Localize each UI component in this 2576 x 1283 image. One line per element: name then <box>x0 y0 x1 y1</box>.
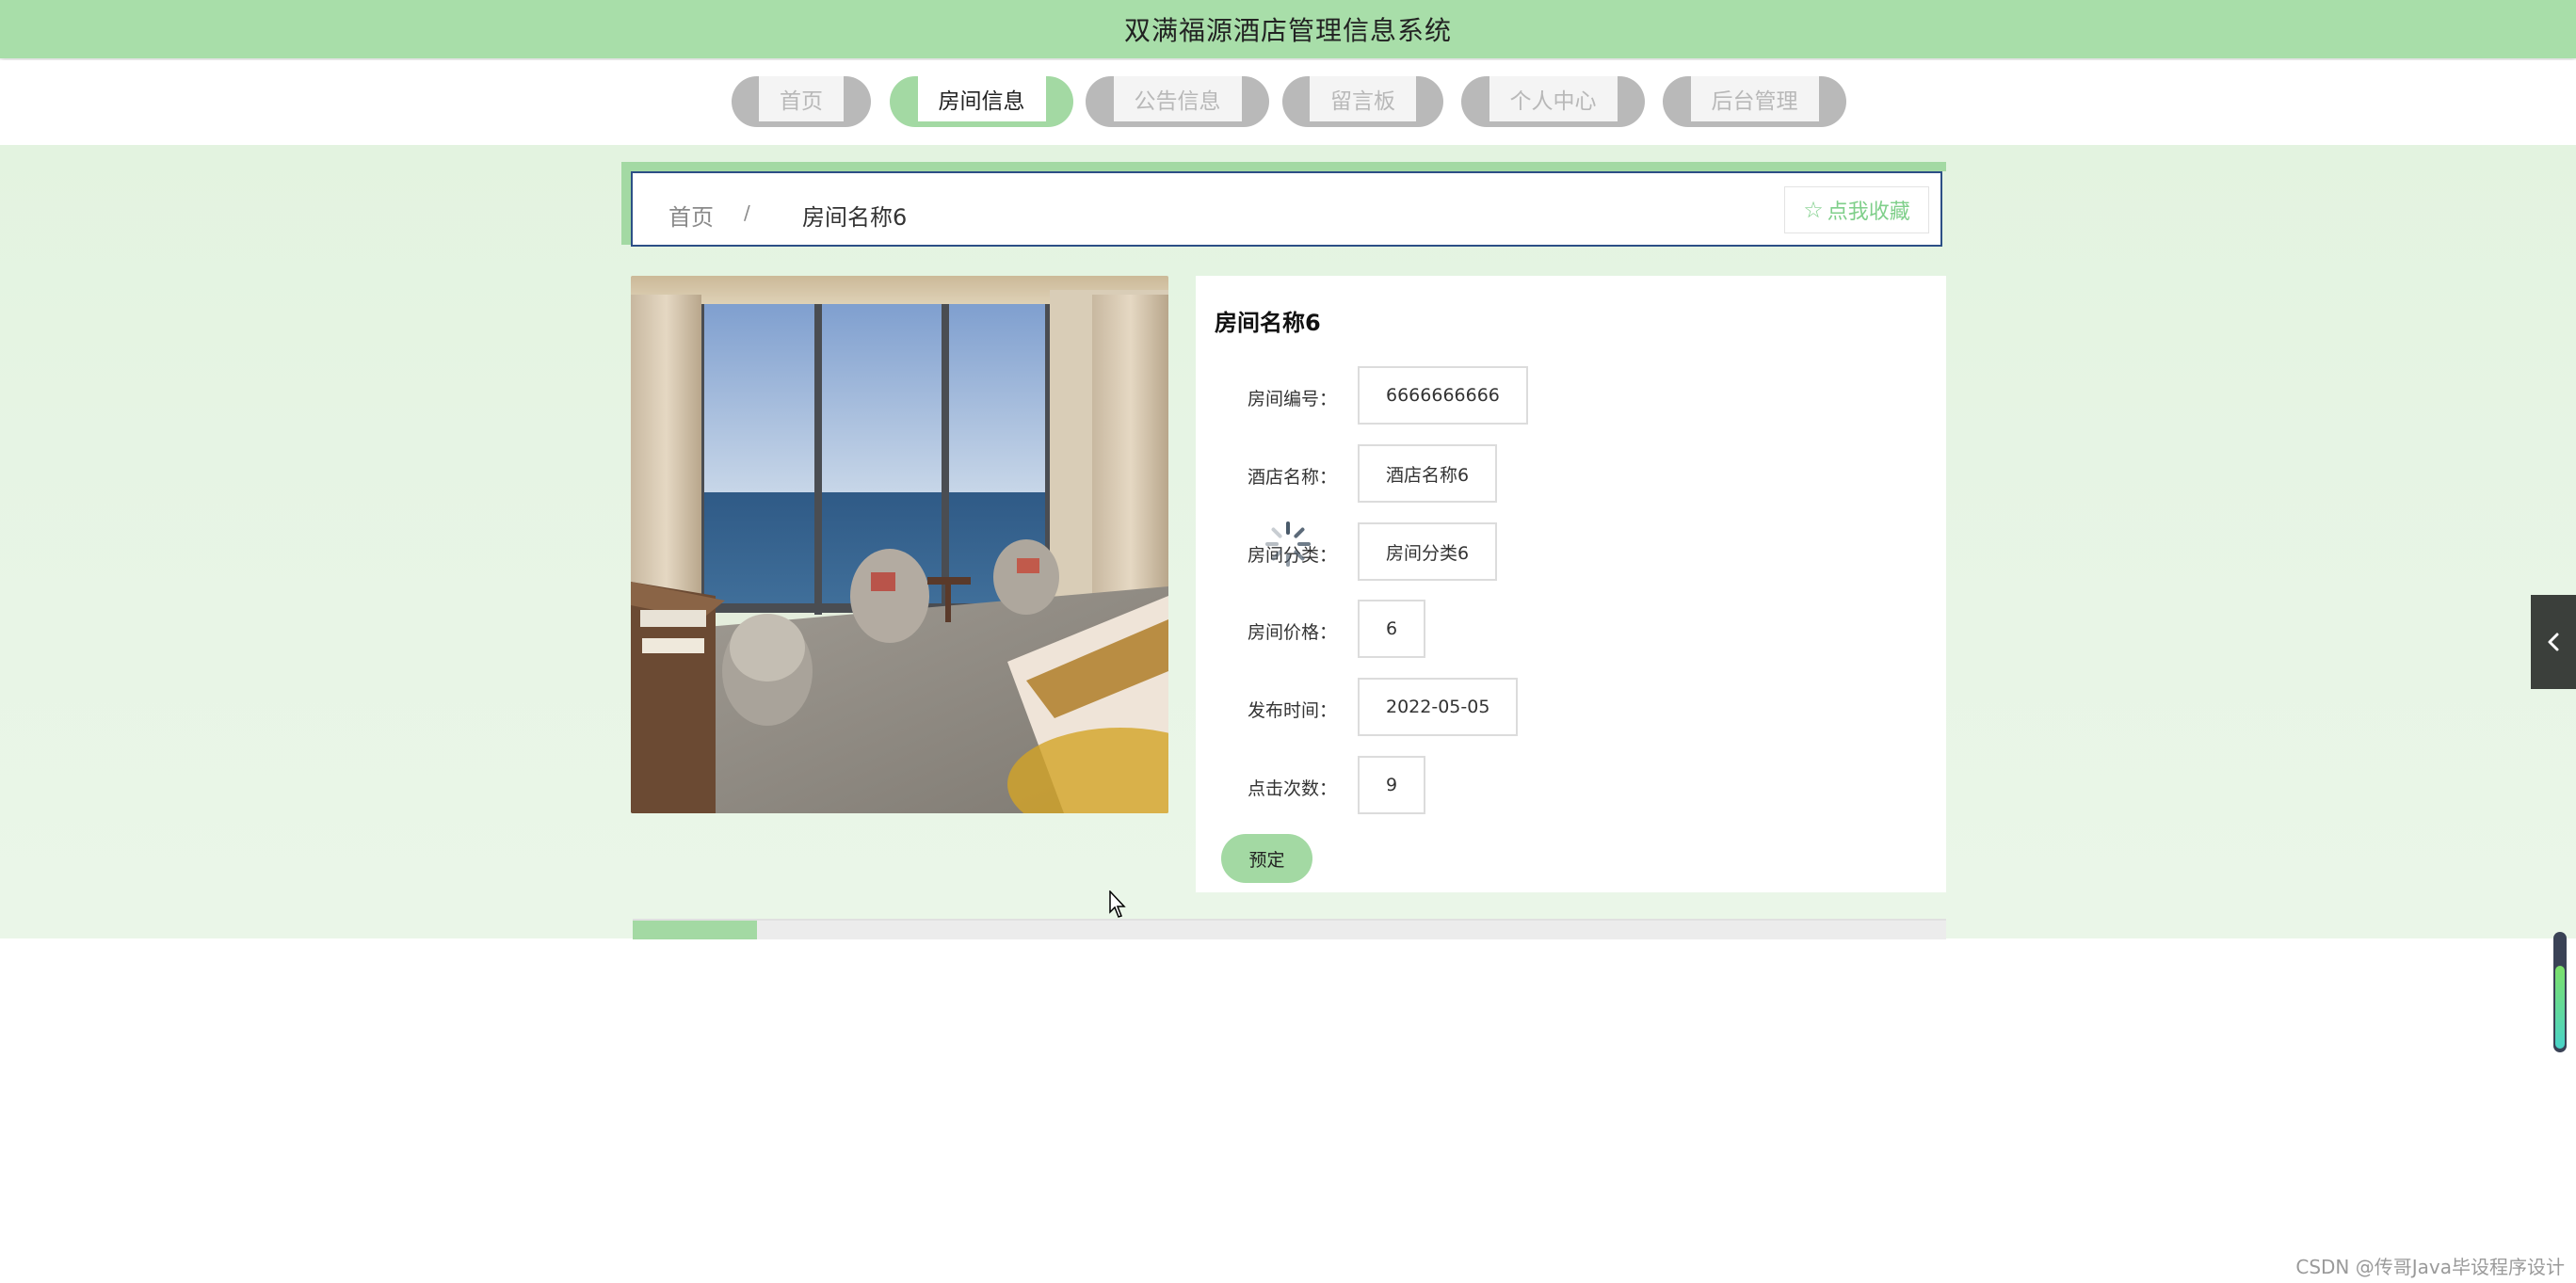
side-panel-toggle[interactable] <box>2531 595 2576 689</box>
breadcrumb-home-link[interactable]: 首页 <box>668 199 714 232</box>
breadcrumb: 首页 / 房间名称6 ☆ 点我收藏 <box>631 171 1942 247</box>
breadcrumb-current: 房间名称6 <box>802 204 908 231</box>
book-button[interactable]: 预定 <box>1221 834 1312 883</box>
chevron-left-icon <box>2548 633 2559 651</box>
title-bar: 双满福源酒店管理信息系统 <box>0 0 2576 58</box>
room-photo-illustration <box>631 276 1168 813</box>
watermark: CSDN @传哥Java毕设程序设计 <box>2295 1256 2565 1278</box>
favorite-button-label: 点我收藏 <box>1827 200 1910 224</box>
field-value: 6666666666 <box>1358 366 1528 425</box>
field-label: 酒店名称： <box>1248 467 1338 488</box>
nav-item-announcements[interactable]: 公告信息 <box>1086 76 1269 127</box>
spinner-icon <box>1265 521 1311 567</box>
breadcrumb-accent-top <box>621 162 1946 171</box>
page: 双满福源酒店管理信息系统 首页 房间信息 公告信息 留言板 个人中心 后台管理 … <box>0 0 2576 1283</box>
nav-item-personal-center[interactable]: 个人中心 <box>1461 76 1645 127</box>
field-value: 酒店名称6 <box>1358 444 1498 503</box>
nav-item-label: 公告信息 <box>1113 76 1242 121</box>
field-label: 发布时间： <box>1248 700 1338 721</box>
field-value: 房间分类6 <box>1358 522 1498 581</box>
scroll-indicator-fill <box>2555 966 2565 1049</box>
nav-item-label: 房间信息 <box>917 76 1046 121</box>
nav-item-label: 后台管理 <box>1690 76 1819 121</box>
field-value: 6 <box>1358 600 1426 658</box>
favorite-button[interactable]: ☆ 点我收藏 <box>1784 186 1929 233</box>
nav-item-admin[interactable]: 后台管理 <box>1663 76 1846 127</box>
field-label: 点击次数： <box>1248 778 1338 799</box>
detail-tab-active[interactable] <box>633 921 757 939</box>
room-detail-panel: 房间名称6 房间编号： 6666666666 酒店名称： 酒店名称6 房间分类：… <box>1196 276 1946 892</box>
room-title: 房间名称6 <box>1215 310 1321 336</box>
field-value: 9 <box>1358 756 1426 814</box>
breadcrumb-accent-left <box>621 162 631 245</box>
breadcrumb-separator: / <box>744 201 750 224</box>
star-outline-icon: ☆ <box>1803 197 1824 223</box>
detail-tabs-strip <box>633 919 1946 939</box>
field-value: 2022-05-05 <box>1358 678 1519 736</box>
nav-item-room-info[interactable]: 房间信息 <box>890 76 1073 127</box>
nav-item-label: 首页 <box>759 76 844 121</box>
mouse-cursor-icon <box>1109 890 1126 918</box>
app-title: 双满福源酒店管理信息系统 <box>1123 15 1452 46</box>
room-photo <box>631 276 1168 813</box>
nav-bar: 首页 房间信息 公告信息 留言板 个人中心 后台管理 <box>0 60 2576 145</box>
field-label: 房间价格： <box>1248 622 1338 643</box>
scroll-indicator[interactable] <box>2553 932 2567 1052</box>
nav-item-home[interactable]: 首页 <box>732 76 871 127</box>
field-label: 房间编号： <box>1248 389 1338 409</box>
nav-item-label: 留言板 <box>1310 76 1416 121</box>
nav-item-message-board[interactable]: 留言板 <box>1282 76 1443 127</box>
nav-item-label: 个人中心 <box>1489 76 1618 121</box>
